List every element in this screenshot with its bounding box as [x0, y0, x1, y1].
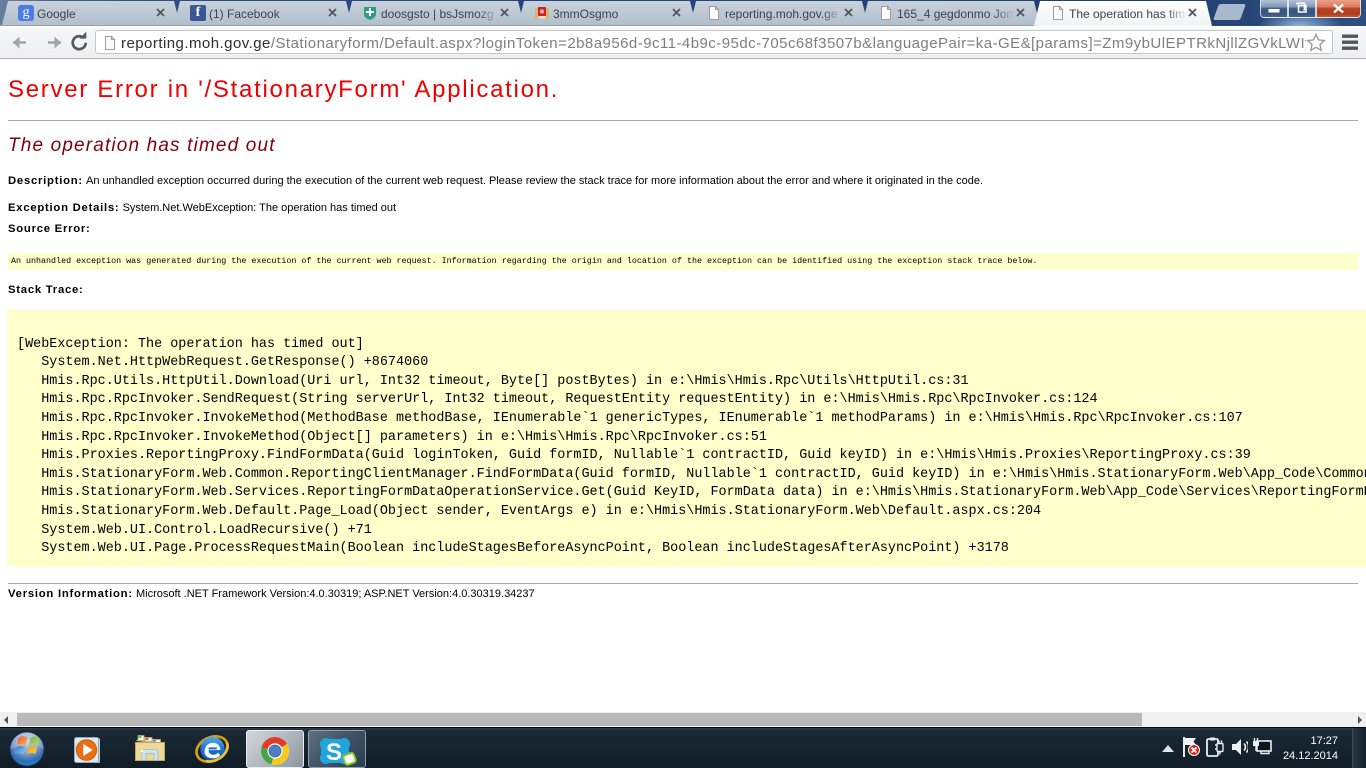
svg-text:S: S	[326, 739, 342, 766]
